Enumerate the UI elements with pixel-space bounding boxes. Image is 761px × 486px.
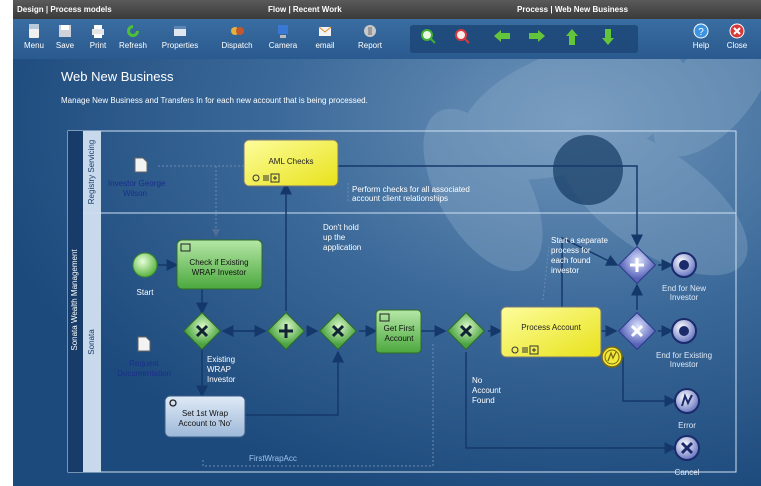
request-documentation-object[interactable] (137, 336, 151, 352)
existing-line1: Existing (207, 355, 235, 364)
aml-checks-task[interactable]: AML Checks (243, 139, 339, 187)
set-wrap-account-task[interactable]: Set 1st Wrap Account to 'No' (164, 395, 246, 438)
process-account-task[interactable]: Process Account (500, 306, 623, 368)
no-account-line3: Found (472, 396, 495, 405)
check-existing-line1: Check if Existing (189, 258, 248, 267)
separate-note-line4: investor (551, 266, 579, 275)
aml-note-line1: Perform checks for all associated (352, 185, 470, 194)
exclusive-gateway-3[interactable] (446, 311, 486, 351)
dont-hold-line2: up the (323, 233, 346, 242)
dont-hold-line1: Don't hold (323, 223, 359, 232)
aml-note-line2: account client relationships (352, 194, 448, 203)
cancel-end-event[interactable] (674, 435, 700, 461)
exclusive-gateway-1[interactable] (182, 311, 222, 351)
cancel-label: Cancel (675, 468, 700, 477)
dont-hold-line3: application (323, 243, 361, 252)
get-first-line2: Account (385, 334, 415, 343)
first-wrap-acc-label: FirstWrapAcc (249, 454, 297, 463)
end-existing-line2: Investor (670, 360, 699, 369)
existing-line3: Investor (207, 375, 236, 384)
existing-line2: WRAP (207, 365, 231, 374)
get-first-line1: Get First (384, 324, 415, 333)
aml-checks-label: AML Checks (268, 157, 313, 166)
set-wrap-line1: Set 1st Wrap (182, 409, 229, 418)
end-existing-line1: End for Existing (656, 351, 712, 360)
request-doc-line2: Documentation (117, 369, 171, 378)
app-frame: Design | Process models Flow | Recent Wo… (13, 0, 761, 486)
start-event[interactable] (132, 252, 158, 278)
exclusive-gateway-2[interactable] (318, 311, 358, 351)
end-existing-investor-event[interactable] (671, 318, 697, 344)
end-new-investor-event[interactable] (671, 252, 697, 278)
pool-label: Sonata Wealth Management (70, 249, 79, 351)
end-new-line1: End for New (662, 284, 706, 293)
get-first-account-task[interactable]: Get First Account (375, 309, 422, 354)
investor-label-line1: Investor George (108, 179, 166, 188)
no-account-line2: Account (472, 386, 502, 395)
lane-label-sonata: Sonata (87, 329, 96, 355)
start-label: Start (137, 288, 155, 297)
investor-data-object[interactable] (134, 157, 148, 173)
separate-note-line1: Start a separate (551, 236, 608, 245)
parallel-gateway-2[interactable] (617, 245, 657, 285)
error-end-event[interactable] (674, 388, 700, 414)
parallel-gateway-1[interactable] (266, 311, 306, 351)
separate-note-line3: each found (551, 256, 591, 265)
exclusive-gateway-4[interactable] (617, 311, 657, 351)
set-wrap-line2: Account to 'No' (178, 419, 232, 428)
error-label: Error (678, 421, 696, 430)
request-doc-line1: Request (129, 359, 160, 368)
process-diagram: Sonata Wealth Management Registry Servic… (67, 130, 737, 477)
no-account-line1: No (472, 376, 483, 385)
error-boundary-event-icon[interactable] (601, 346, 623, 368)
investor-label-line2: Wilson (123, 189, 147, 198)
process-account-label: Process Account (521, 323, 581, 332)
separate-note-line2: process for (551, 246, 591, 255)
lane-label-registry: Registry Servicing (87, 140, 96, 204)
check-existing-task[interactable]: Check if Existing WRAP Investor (176, 239, 263, 290)
check-existing-line2: WRAP Investor (192, 268, 247, 277)
end-new-line2: Investor (670, 293, 699, 302)
